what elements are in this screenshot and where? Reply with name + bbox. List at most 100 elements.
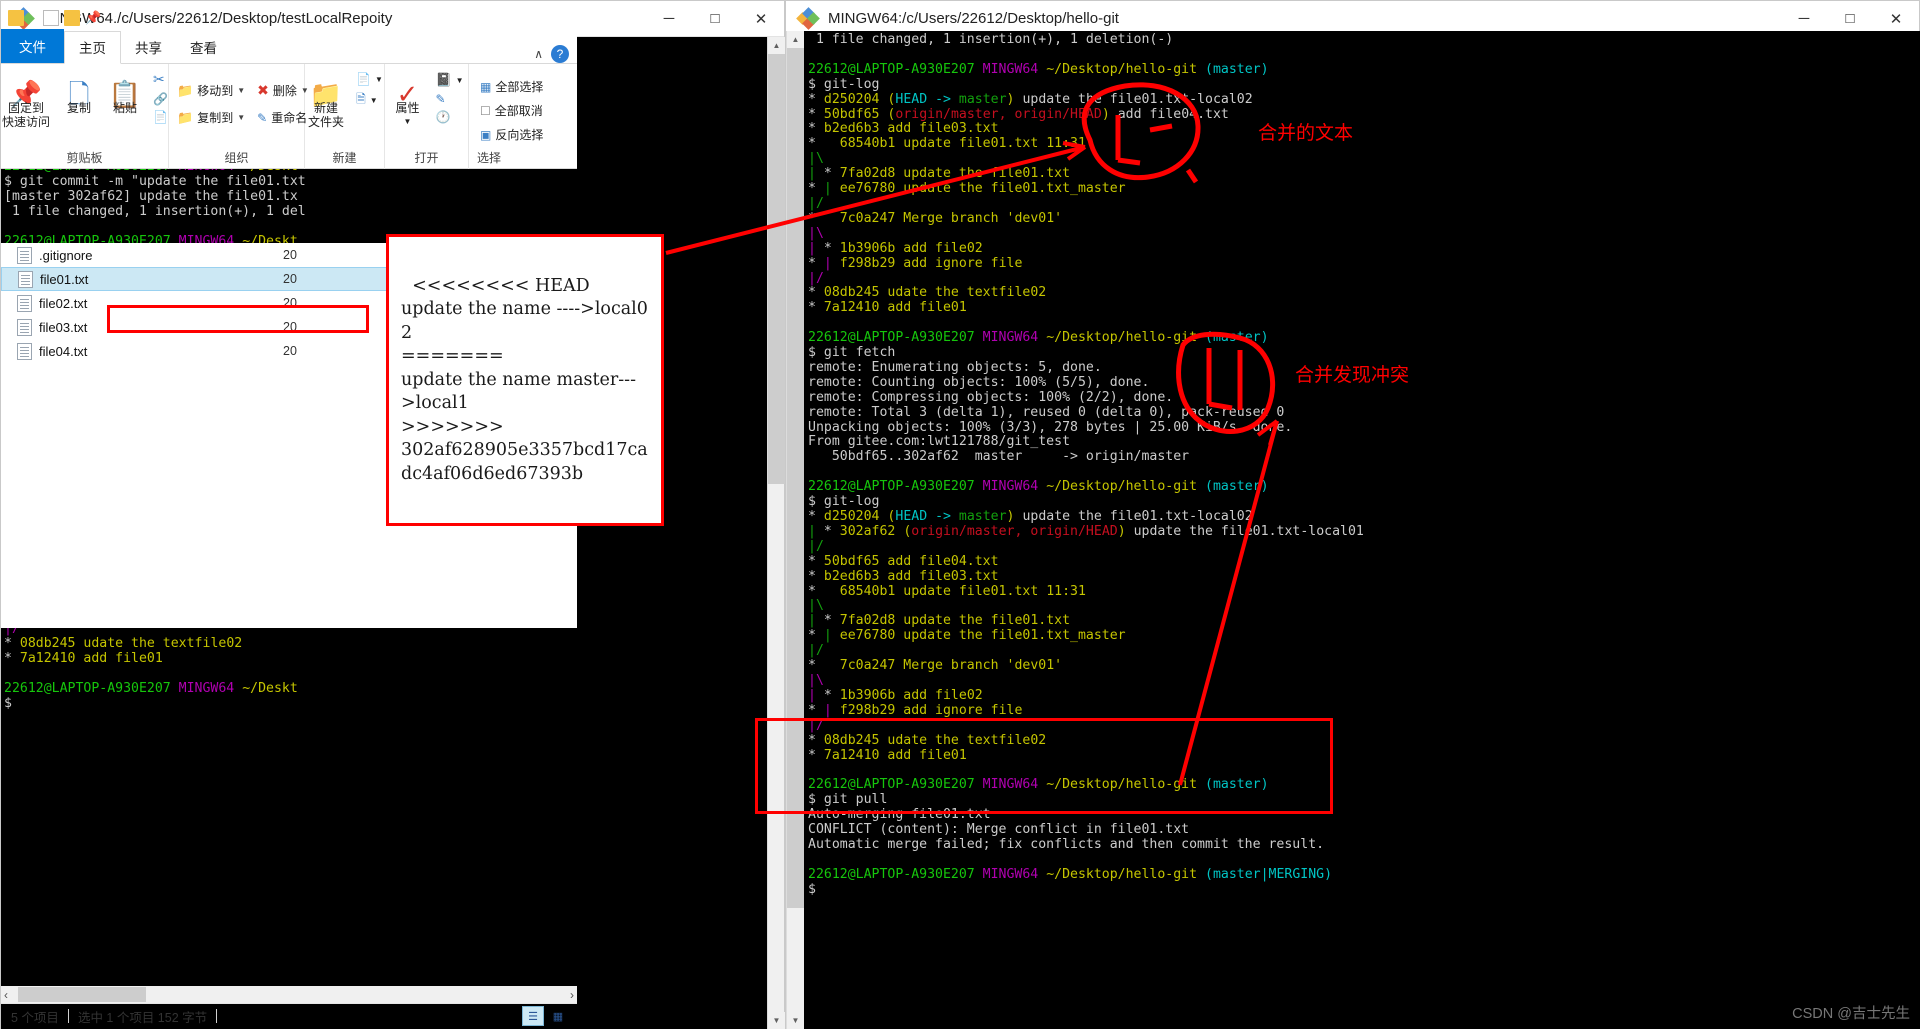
terminal-text: |/ <box>808 270 824 286</box>
open-with-button[interactable]: 📓 ▼ <box>432 71 466 89</box>
new-folder-button[interactable]: 📁 新建 文件夹 <box>303 67 349 129</box>
move-to-button[interactable]: 📁 移动到 ▼ <box>174 81 248 100</box>
select-none-button[interactable]: ☐ 全部取消 <box>477 101 546 120</box>
terminal-text: * <box>808 91 824 107</box>
copy-button[interactable]: 🗋 复制 <box>58 67 100 115</box>
status-divider-2 <box>216 1009 218 1023</box>
right-scroll-up-arrow[interactable]: ▲ <box>787 31 804 48</box>
terminal-text: 50bdf65 <box>823 106 888 122</box>
terminal-text: $ <box>4 695 20 711</box>
tab-home[interactable]: 主页 <box>64 31 121 64</box>
terminal-text: * <box>823 687 840 703</box>
easy-access-button[interactable]: 🗎 ▼ <box>353 89 386 112</box>
terminal-line: * 68540b1 update file01.txt 11:31 <box>808 136 1920 152</box>
left-close-button[interactable]: ✕ <box>738 1 784 37</box>
new-item-button[interactable]: 📄 ▼ <box>353 71 386 87</box>
right-scroll-down-arrow[interactable]: ▼ <box>787 1012 804 1029</box>
new-folder-icon[interactable] <box>64 9 80 26</box>
hscroll-left-arrow[interactable]: ‹ <box>4 988 8 1002</box>
pin-to-quick-access-button[interactable]: 📌 固定到 快速访问 <box>0 67 54 129</box>
file-date: 20 <box>283 248 297 262</box>
right-terminal-output[interactable]: 1 file changed, 1 insertion(+), 1 deleti… <box>804 31 1920 1029</box>
terminal-line: * 68540b1 update file01.txt 11:31 <box>808 584 1920 600</box>
terminal-text: | <box>823 702 840 718</box>
left-terminal-scrollbar[interactable]: ▲ ▼ <box>767 37 785 1029</box>
terminal-text: 7a12410 add file01 <box>19 651 163 667</box>
terminal-text: update the file01.txt-local01 <box>1133 523 1364 539</box>
terminal-text: MINGW64 <box>982 61 1047 77</box>
terminal-text: ee76780 update the file01.txt_master <box>839 181 1126 197</box>
paste-button[interactable]: 📋 粘贴 <box>104 67 146 115</box>
properties-button[interactable]: ✓ 属性 ▼ <box>386 67 428 129</box>
left-scroll-down-arrow[interactable]: ▼ <box>768 1012 785 1029</box>
ribbon-tab-bar: 文件 主页 共享 查看 ∧ ? <box>1 29 577 64</box>
terminal-line: From gitee.com:lwt121788/git_test <box>808 435 1920 450</box>
file-icon <box>17 318 32 336</box>
copy-path-button[interactable]: 🔗 <box>150 91 171 107</box>
tab-file[interactable]: 文件 <box>1 29 64 63</box>
edit-button[interactable]: ✎ <box>432 91 466 107</box>
terminal-line: * | ee76780 update the file01.txt_master <box>808 181 1920 197</box>
selection-info: 选中 1 个项目 152 字节 <box>77 1010 208 1025</box>
terminal-text: * <box>823 613 840 629</box>
left-minimize-button[interactable]: ─ <box>646 1 692 37</box>
paste-label: 粘贴 <box>113 101 138 115</box>
terminal-text: master <box>958 91 1007 107</box>
tab-view[interactable]: 查看 <box>176 32 231 63</box>
paste-shortcut-button[interactable]: 📄 <box>150 109 171 125</box>
invert-selection-icon: ▣ <box>480 127 492 142</box>
terminal-line: * | f298b29 add ignore file <box>808 256 1920 272</box>
group-title-select: 选择 <box>477 151 502 165</box>
hscroll-thumb[interactable] <box>18 987 146 1002</box>
terminal-line: | * 7fa02d8 update the file01.txt <box>808 613 1920 629</box>
terminal-text: Automatic merge failed; fix conflicts an… <box>808 836 1325 852</box>
select-all-button[interactable]: ▦ 全部选择 <box>477 77 546 96</box>
properties-icon[interactable] <box>43 9 59 26</box>
terminal-text: b2ed6b3 add file03.txt <box>823 121 999 137</box>
horizontal-scrollbar[interactable]: ‹ › <box>1 986 577 1003</box>
terminal-text: * <box>808 568 824 584</box>
invert-selection-button[interactable]: ▣ 反向选择 <box>477 125 546 144</box>
chevron-down-icon[interactable]: ▼ <box>106 10 122 26</box>
terminal-text: d250204 <box>823 509 888 524</box>
terminal-text: ee76780 update the file01.txt_master <box>839 628 1126 644</box>
terminal-line: $ git fetch <box>808 345 1920 361</box>
left-scroll-thumb[interactable] <box>768 54 785 484</box>
terminal-line: $ <box>808 882 1920 898</box>
right-terminal-scrollbar[interactable]: ▲ ▼ <box>786 31 804 1029</box>
terminal-line: * d250204 (HEAD -> master) update the fi… <box>808 91 1920 108</box>
terminal-line: |\ <box>808 598 1920 614</box>
file-icon <box>18 270 33 288</box>
terminal-text: | <box>808 166 824 182</box>
collapse-ribbon-icon[interactable]: ∧ <box>534 47 543 61</box>
tab-share[interactable]: 共享 <box>121 32 176 63</box>
large-icons-view-button[interactable]: ▦ <box>547 1006 569 1026</box>
new-item-icon: 📄 <box>356 72 372 86</box>
terminal-line: * 50bdf65 (origin/master, origin/HEAD) a… <box>808 106 1920 123</box>
history-button[interactable]: 🕐 <box>432 109 466 125</box>
select-all-label: 全部选择 <box>495 80 544 94</box>
help-icon[interactable]: ? <box>551 45 569 63</box>
cut-button[interactable]: ✂ <box>150 70 171 89</box>
terminal-text: $ git-log <box>808 494 880 510</box>
file-icon <box>17 246 32 264</box>
terminal-line: 22612@LAPTOP-A930E207 MINGW64 ~/Desktop/… <box>808 479 1920 495</box>
terminal-text: * <box>823 240 840 256</box>
terminal-line: * 7c0a247 Merge branch 'dev01' <box>808 211 1920 227</box>
pin-icon[interactable]: 📌 <box>85 10 101 26</box>
terminal-line: | * 1b3906b add file02 <box>808 240 1920 257</box>
rename-button[interactable]: ✎ 重命名 <box>254 108 310 127</box>
folder-icon[interactable] <box>8 9 24 26</box>
ribbon-group-clipboard: 📌 固定到 快速访问 🗋 复制 📋 粘贴 ✂ 🔗 📄 剪贴板 <box>1 64 169 169</box>
left-maximize-button[interactable]: □ <box>692 1 738 37</box>
terminal-text: |/ <box>808 538 824 554</box>
copy-to-button[interactable]: 📁 复制到 ▼ <box>174 108 248 127</box>
terminal-line: * b2ed6b3 add file03.txt <box>808 568 1920 585</box>
details-view-button[interactable]: ☰ <box>522 1006 544 1026</box>
move-to-label: 移动到 <box>197 84 234 98</box>
hscroll-right-arrow[interactable]: › <box>570 988 574 1002</box>
terminal-line: |\ <box>808 673 1920 689</box>
left-scroll-up-arrow[interactable]: ▲ <box>768 37 785 54</box>
